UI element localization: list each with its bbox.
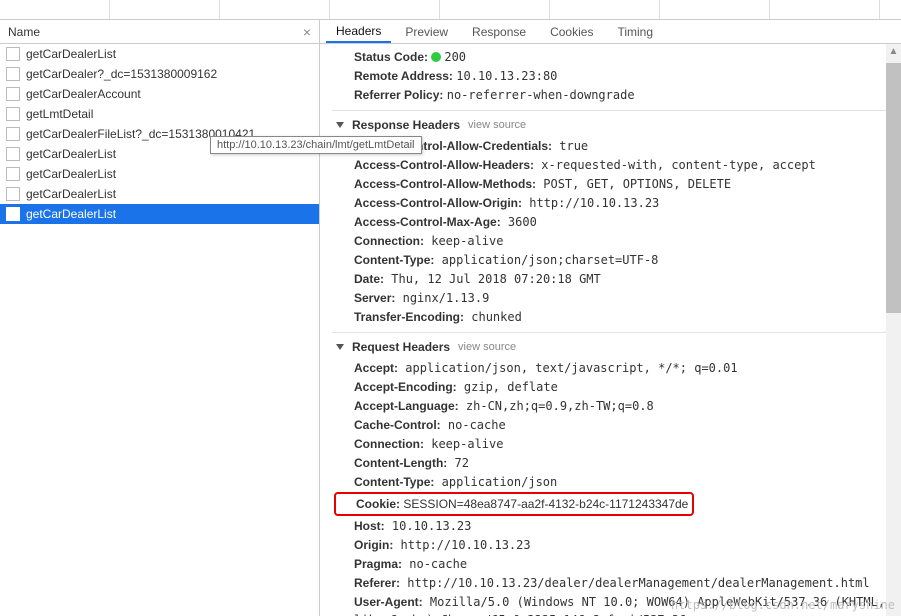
name-column-header[interactable]: Name × — [0, 20, 319, 44]
request-item-label: getCarDealerList — [26, 47, 116, 61]
view-source-link[interactable]: view source — [468, 117, 526, 134]
chevron-down-icon — [336, 344, 344, 350]
status-dot-icon — [431, 52, 441, 62]
file-icon — [6, 47, 20, 61]
tab-preview[interactable]: Preview — [395, 22, 458, 42]
request-item-label: getCarDealerList — [26, 187, 116, 201]
request-item[interactable]: getCarDealerAccount — [0, 84, 319, 104]
header-row: Access-Control-Max-Age: 3600 — [332, 213, 901, 231]
header-row: Host: 10.10.13.23 — [332, 517, 901, 535]
detail-tab-bar: HeadersPreviewResponseCookiesTiming — [320, 20, 901, 44]
scroll-up-icon[interactable]: ▲ — [886, 44, 901, 59]
scroll-thumb[interactable] — [886, 63, 901, 313]
close-icon[interactable]: × — [303, 24, 311, 40]
file-icon — [6, 67, 20, 81]
header-row: Origin: http://10.10.13.23 — [332, 536, 901, 554]
scrollbar[interactable]: ▲ — [886, 44, 901, 616]
cookie-header-highlight: Cookie: SESSION=48ea8747-aa2f-4132-b24c-… — [334, 492, 694, 516]
header-row: Connection: keep-alive — [332, 435, 901, 453]
header-row: Accept: application/json, text/javascrip… — [332, 359, 901, 377]
header-row: Content-Type: application/json — [332, 473, 901, 491]
view-source-link[interactable]: view source — [458, 339, 516, 356]
request-item-label: getCarDealerList — [26, 147, 116, 161]
request-item-label: getCarDealer?_dc=1531380009162 — [26, 67, 217, 81]
request-detail-pane: HeadersPreviewResponseCookiesTiming Stat… — [320, 20, 901, 616]
request-item-label: getCarDealerList — [26, 207, 116, 221]
request-item[interactable]: getCarDealerList — [0, 204, 319, 224]
name-column-label: Name — [8, 25, 40, 39]
top-tab-strip — [0, 0, 901, 20]
header-row: Accept-Encoding: gzip, deflate — [332, 378, 901, 396]
network-request-list-pane: Name × getCarDealerList getCarDealer?_dc=… — [0, 20, 320, 616]
tab-cookies[interactable]: Cookies — [540, 22, 603, 42]
referrer-policy-row: Referrer Policy: no-referrer-when-downgr… — [332, 86, 901, 104]
headers-panel: Status Code: 200 Remote Address: 10.10.1… — [320, 44, 901, 616]
url-tooltip: http://10.10.13.23/chain/lmt/getLmtDetai… — [210, 136, 422, 154]
header-row: Content-Length: 72 — [332, 454, 901, 472]
tab-response[interactable]: Response — [462, 22, 536, 42]
request-list: getCarDealerList getCarDealer?_dc=1531380… — [0, 44, 319, 224]
request-item[interactable]: getCarDealerList — [0, 164, 319, 184]
file-icon — [6, 187, 20, 201]
request-item[interactable]: getCarDealer?_dc=1531380009162 — [0, 64, 319, 84]
request-item[interactable]: getCarDealerList — [0, 184, 319, 204]
header-row: Access-Control-Allow-Headers: x-requeste… — [332, 156, 901, 174]
header-row: Pragma: no-cache — [332, 555, 901, 573]
tab-headers[interactable]: Headers — [326, 21, 391, 43]
header-row: Referer: http://10.10.13.23/dealer/deale… — [332, 574, 901, 592]
request-item-label: getCarDealerAccount — [26, 87, 141, 101]
header-row: Connection: keep-alive — [332, 232, 901, 250]
remote-address-row: Remote Address: 10.10.13.23:80 — [332, 67, 901, 85]
request-item[interactable]: getCarDealerList — [0, 44, 319, 64]
header-row: Access-Control-Allow-Origin: http://10.1… — [332, 194, 901, 212]
header-row: Accept-Language: zh-CN,zh;q=0.9,zh-TW;q=… — [332, 397, 901, 415]
chevron-down-icon — [336, 122, 344, 128]
status-code-row: Status Code: 200 — [332, 48, 901, 66]
file-icon — [6, 207, 20, 221]
request-item[interactable]: getLmtDetail — [0, 104, 319, 124]
watermark: https://blog.csdn.net/maryshine — [671, 598, 895, 612]
request-headers-section[interactable]: Request Headers view source — [332, 332, 901, 359]
section-title: Request Headers — [352, 338, 450, 356]
request-item-label: getCarDealerList — [26, 167, 116, 181]
file-icon — [6, 147, 20, 161]
file-icon — [6, 127, 20, 141]
response-headers-section[interactable]: Response Headers view source — [332, 110, 901, 137]
file-icon — [6, 87, 20, 101]
request-item-label: getLmtDetail — [26, 107, 93, 121]
header-row: Transfer-Encoding: chunked — [332, 308, 901, 326]
header-row: Server: nginx/1.13.9 — [332, 289, 901, 307]
header-row: Date: Thu, 12 Jul 2018 07:20:18 GMT — [332, 270, 901, 288]
header-row: Content-Type: application/json;charset=U… — [332, 251, 901, 269]
section-title: Response Headers — [352, 116, 460, 134]
header-row: Cache-Control: no-cache — [332, 416, 901, 434]
file-icon — [6, 107, 20, 121]
file-icon — [6, 167, 20, 181]
tab-timing[interactable]: Timing — [607, 22, 663, 42]
header-row: Access-Control-Allow-Methods: POST, GET,… — [332, 175, 901, 193]
